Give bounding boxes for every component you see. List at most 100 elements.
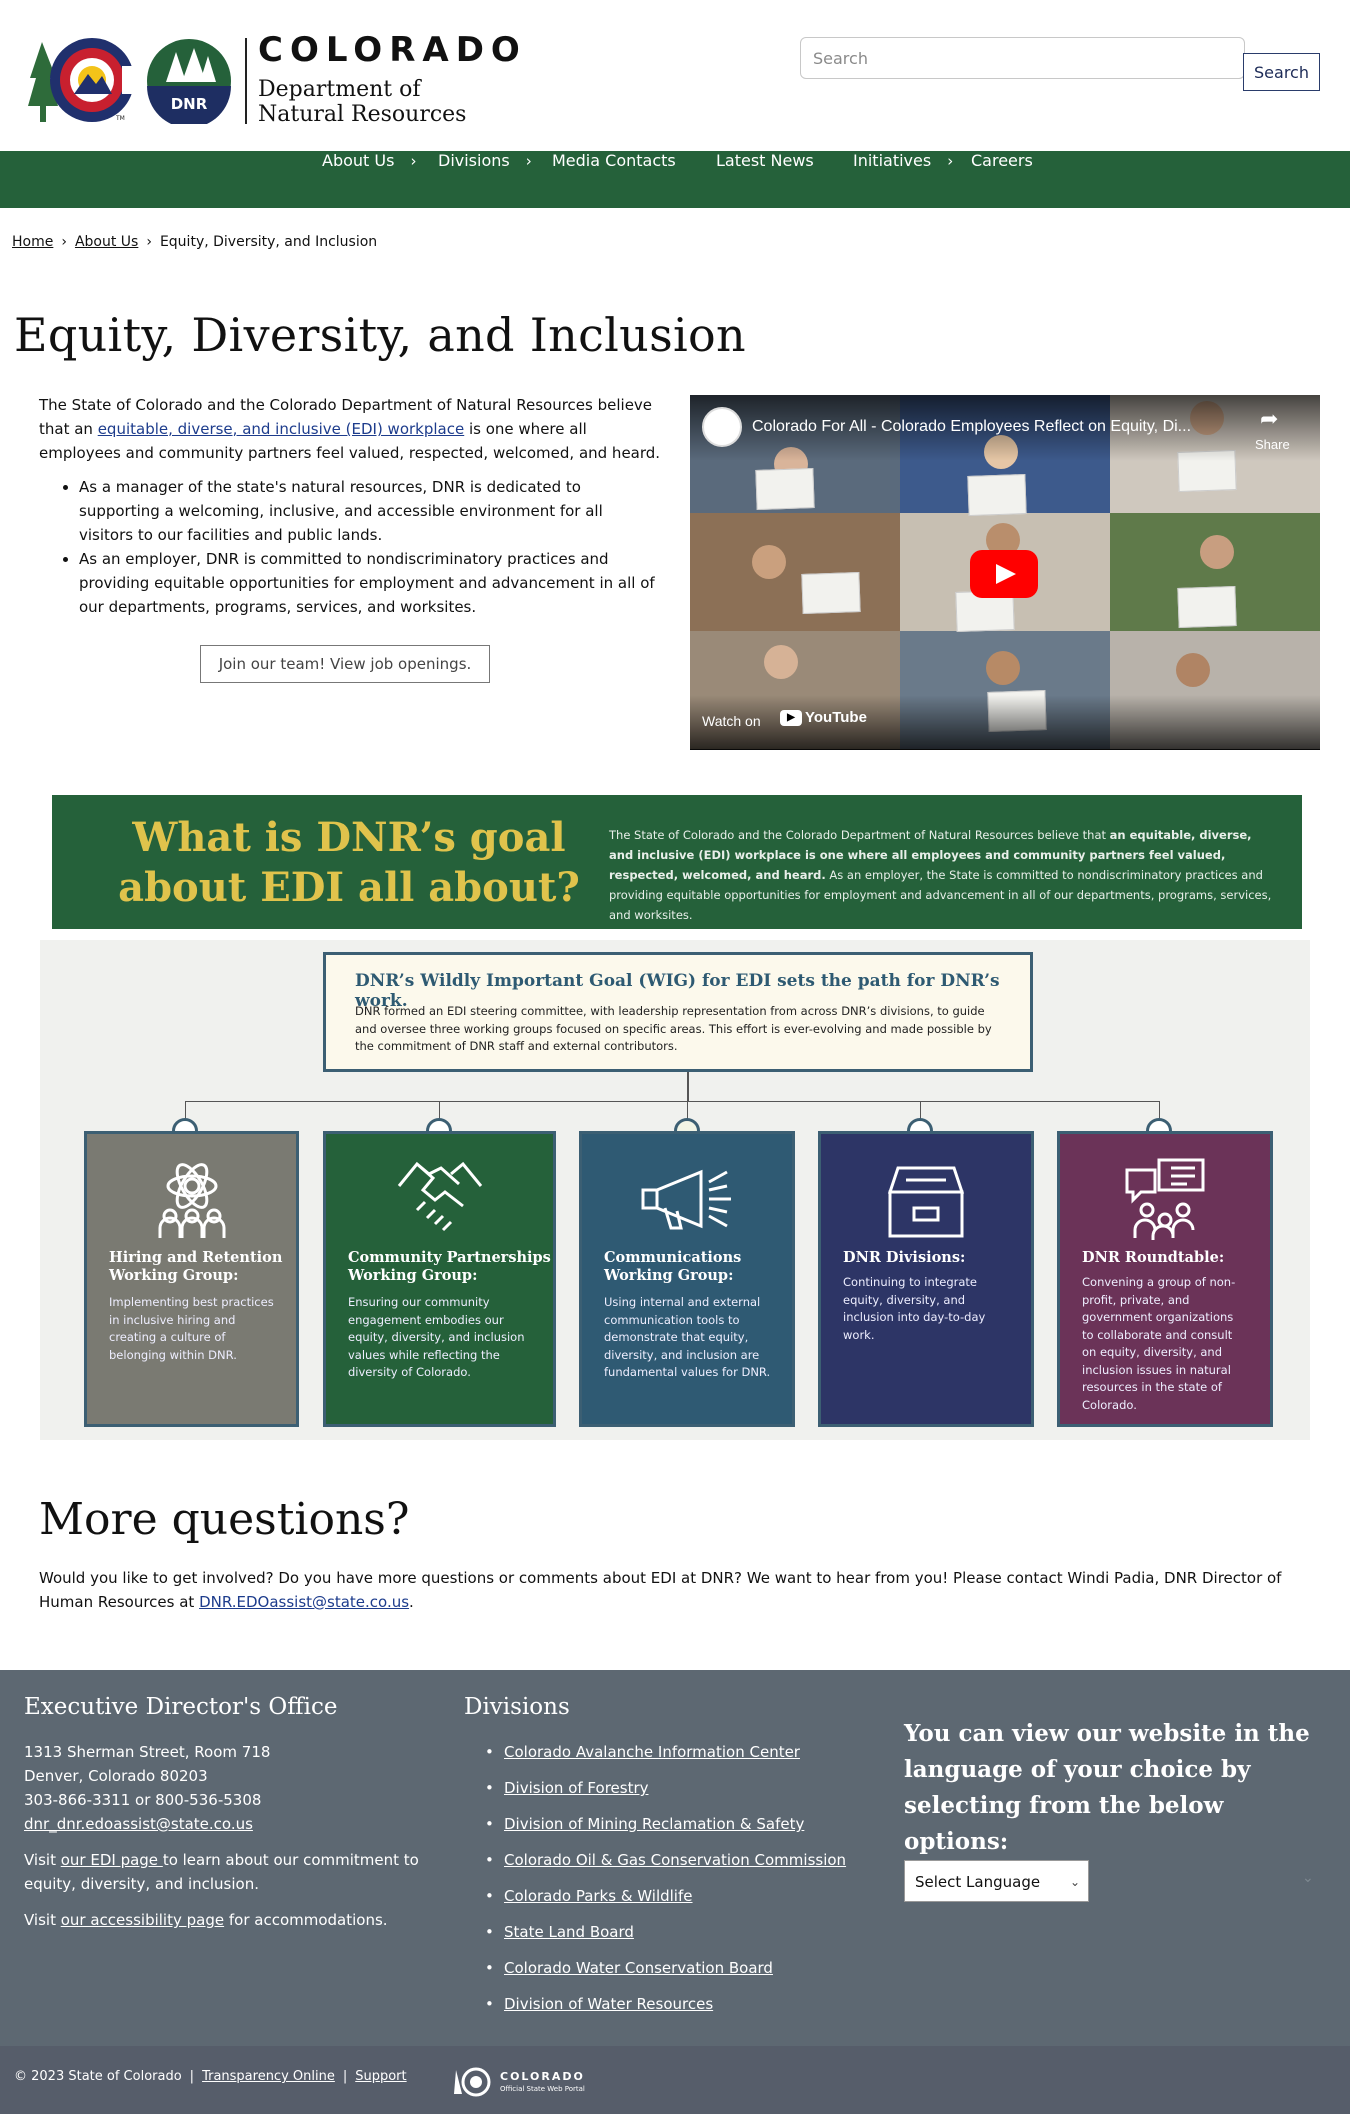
list-item: Colorado Water Conservation Board xyxy=(485,1956,846,1992)
logo-divider xyxy=(245,38,247,124)
participant-avatar xyxy=(764,645,798,679)
support-link[interactable]: Support xyxy=(355,2069,406,2084)
chevron-down-icon[interactable]: ⌄ xyxy=(1070,1861,1080,1903)
nav-item-label: About Us xyxy=(322,151,395,170)
portal-logo-name: COLORADO xyxy=(500,2070,585,2083)
footer-email-link[interactable]: dnr_dnr.edoassist@state.co.us xyxy=(24,1815,253,1833)
connector-line xyxy=(185,1101,186,1119)
sign-card xyxy=(1177,586,1237,628)
footer-phone: 303-866-3311 or 800-536-5308 xyxy=(24,1791,262,1809)
nav-item-label: Latest News xyxy=(716,151,814,170)
transparency-online-link[interactable]: Transparency Online xyxy=(202,2069,335,2084)
division-link[interactable]: Division of Water Resources xyxy=(504,1995,713,2013)
division-link[interactable]: Colorado Parks & Wildlife xyxy=(504,1887,693,1905)
chevron-right-icon[interactable]: › xyxy=(410,152,416,170)
footer-visit-text: Visit xyxy=(24,1911,61,1929)
video-title[interactable]: Colorado For All - Colorado Employees Re… xyxy=(752,418,1232,436)
watch-on-label[interactable]: Watch on xyxy=(702,713,761,729)
list-item: Division of Water Resources xyxy=(485,1992,846,2028)
chevron-right-icon[interactable]: › xyxy=(947,152,953,170)
chevron-down-icon: ⌄ xyxy=(1302,1870,1314,1886)
share-label[interactable]: Share xyxy=(1255,437,1290,452)
search-input[interactable] xyxy=(800,37,1245,79)
sign-card xyxy=(755,468,815,510)
youtube-logo[interactable]: ▶ YouTube xyxy=(780,709,867,727)
play-button-icon[interactable] xyxy=(970,550,1038,598)
working-group-title: DNR Divisions: xyxy=(843,1249,966,1266)
pipe-separator: | xyxy=(189,2069,195,2084)
dnr-logo[interactable]: DNR xyxy=(146,38,232,124)
site-footer: Executive Director's Office 1313 Sherman… xyxy=(0,1670,1350,2046)
colorado-portal-logo[interactable]: COLORADO Official State Web Portal xyxy=(454,2066,594,2098)
nav-item-label: Initiatives xyxy=(853,151,932,170)
sign-card xyxy=(801,572,861,614)
copyright: © 2023 State of Colorado | Transparency On… xyxy=(14,2069,407,2084)
infographic-banner: What is DNR’s goal about EDI all about? … xyxy=(52,795,1302,929)
video-tile xyxy=(690,513,900,631)
division-link[interactable]: Division of Forestry xyxy=(504,1779,649,1797)
discussion-group-icon xyxy=(1060,1156,1270,1240)
dnr-badge-text: DNR xyxy=(171,95,208,113)
breadcrumb-home-link[interactable]: Home xyxy=(12,234,53,250)
more-questions-heading: More questions? xyxy=(39,1494,410,1545)
colorado-state-logo[interactable]: TM xyxy=(28,36,140,124)
language-heading: You can view our website in the language… xyxy=(904,1720,1310,1855)
nav-item-about-us[interactable]: About Us › xyxy=(322,151,416,208)
footer-accessibility-link[interactable]: our accessibility page xyxy=(61,1911,224,1929)
list-item: Division of Forestry xyxy=(485,1776,846,1812)
working-group-card-hiring: Hiring and Retention Working Group: Impl… xyxy=(84,1131,299,1427)
working-group-title: Community Partnerships Working Group: xyxy=(348,1249,551,1284)
connector-line xyxy=(1159,1101,1160,1119)
footer-divisions-heading: Divisions xyxy=(464,1694,570,1720)
working-group-text: Convening a group of non-profit, private… xyxy=(1082,1275,1236,1412)
footer-edi-visit: Visit our EDI page to learn about our co… xyxy=(24,1848,424,1896)
edi-workplace-link[interactable]: equitable, diverse, and inclusive (EDI) … xyxy=(98,420,465,438)
footer-edi-page-link[interactable]: our EDI page xyxy=(61,1851,163,1869)
connector-line xyxy=(439,1101,440,1119)
footer-accessibility-visit: Visit our accessibility page for accommo… xyxy=(24,1908,424,1932)
edo-assist-email-link[interactable]: DNR.EDOassist@state.co.us xyxy=(199,1593,409,1611)
nav-item-initiatives[interactable]: Initiatives › xyxy=(853,151,953,208)
working-group-title: Hiring and Retention Working Group: xyxy=(109,1249,283,1284)
nav-item-divisions[interactable]: Divisions › xyxy=(438,151,532,208)
working-group-text: Continuing to integrate equity, diversit… xyxy=(843,1275,986,1342)
nav-item-media-contacts[interactable]: Media Contacts xyxy=(552,151,676,208)
division-link[interactable]: Colorado Water Conservation Board xyxy=(504,1959,773,1977)
bottom-bar: © 2023 State of Colorado | Transparency On… xyxy=(0,2046,1350,2114)
division-link[interactable]: Division of Mining Reclamation & Safety xyxy=(504,1815,804,1833)
infographic-banner-title: What is DNR’s goal about EDI all about? xyxy=(118,814,580,911)
footer-visit-text: for accommodations. xyxy=(224,1911,388,1929)
division-link[interactable]: Colorado Oil & Gas Conservation Commissi… xyxy=(504,1851,846,1869)
file-box-icon xyxy=(821,1156,1031,1240)
nav-item-label: Media Contacts xyxy=(552,151,676,170)
working-group-text: Using internal and external communicatio… xyxy=(604,1295,771,1379)
division-link[interactable]: State Land Board xyxy=(504,1923,634,1941)
search-button[interactable]: Search xyxy=(1243,53,1320,91)
working-group-text: Ensuring our community engagement embodi… xyxy=(348,1295,525,1379)
footer-edo-heading: Executive Director's Office xyxy=(24,1694,338,1720)
participant-avatar xyxy=(986,651,1020,685)
colorado-portal-logo-icon xyxy=(454,2067,491,2097)
share-icon[interactable]: ➦ xyxy=(1260,407,1278,432)
language-select[interactable]: Select Language ⌄ xyxy=(904,1860,1089,1902)
intro-bullet-list: As a manager of the state's natural reso… xyxy=(79,475,661,619)
nav-item-careers[interactable]: Careers xyxy=(971,151,1033,208)
nav-item-latest-news[interactable]: Latest News xyxy=(716,151,814,208)
colorado-wordmark[interactable]: COLORADO xyxy=(258,30,527,70)
more-questions-period: . xyxy=(409,1593,414,1611)
breadcrumb-about-link[interactable]: About Us xyxy=(75,234,138,250)
pipe-separator: | xyxy=(342,2069,348,2084)
breadcrumb-current: Equity, Diversity, and Inclusion xyxy=(159,234,378,250)
department-name[interactable]: Department of Natural Resources xyxy=(258,77,466,127)
job-openings-button[interactable]: Join our team! View job openings. xyxy=(200,645,490,683)
intro-section: The State of Colorado and the Colorado D… xyxy=(39,393,661,619)
nav-item-label: Careers xyxy=(971,151,1033,170)
footer-address-line1: 1313 Sherman Street, Room 718 xyxy=(24,1743,271,1761)
division-link[interactable]: Colorado Avalanche Information Center xyxy=(504,1743,800,1761)
channel-avatar-icon[interactable] xyxy=(702,407,742,447)
list-item: Colorado Parks & Wildlife xyxy=(485,1884,846,1920)
youtube-video-embed[interactable]: Colorado For All - Colorado Employees Re… xyxy=(690,395,1320,750)
chevron-right-icon[interactable]: › xyxy=(526,152,532,170)
megaphone-icon xyxy=(582,1156,792,1240)
list-item: Colorado Avalanche Information Center xyxy=(485,1740,846,1776)
